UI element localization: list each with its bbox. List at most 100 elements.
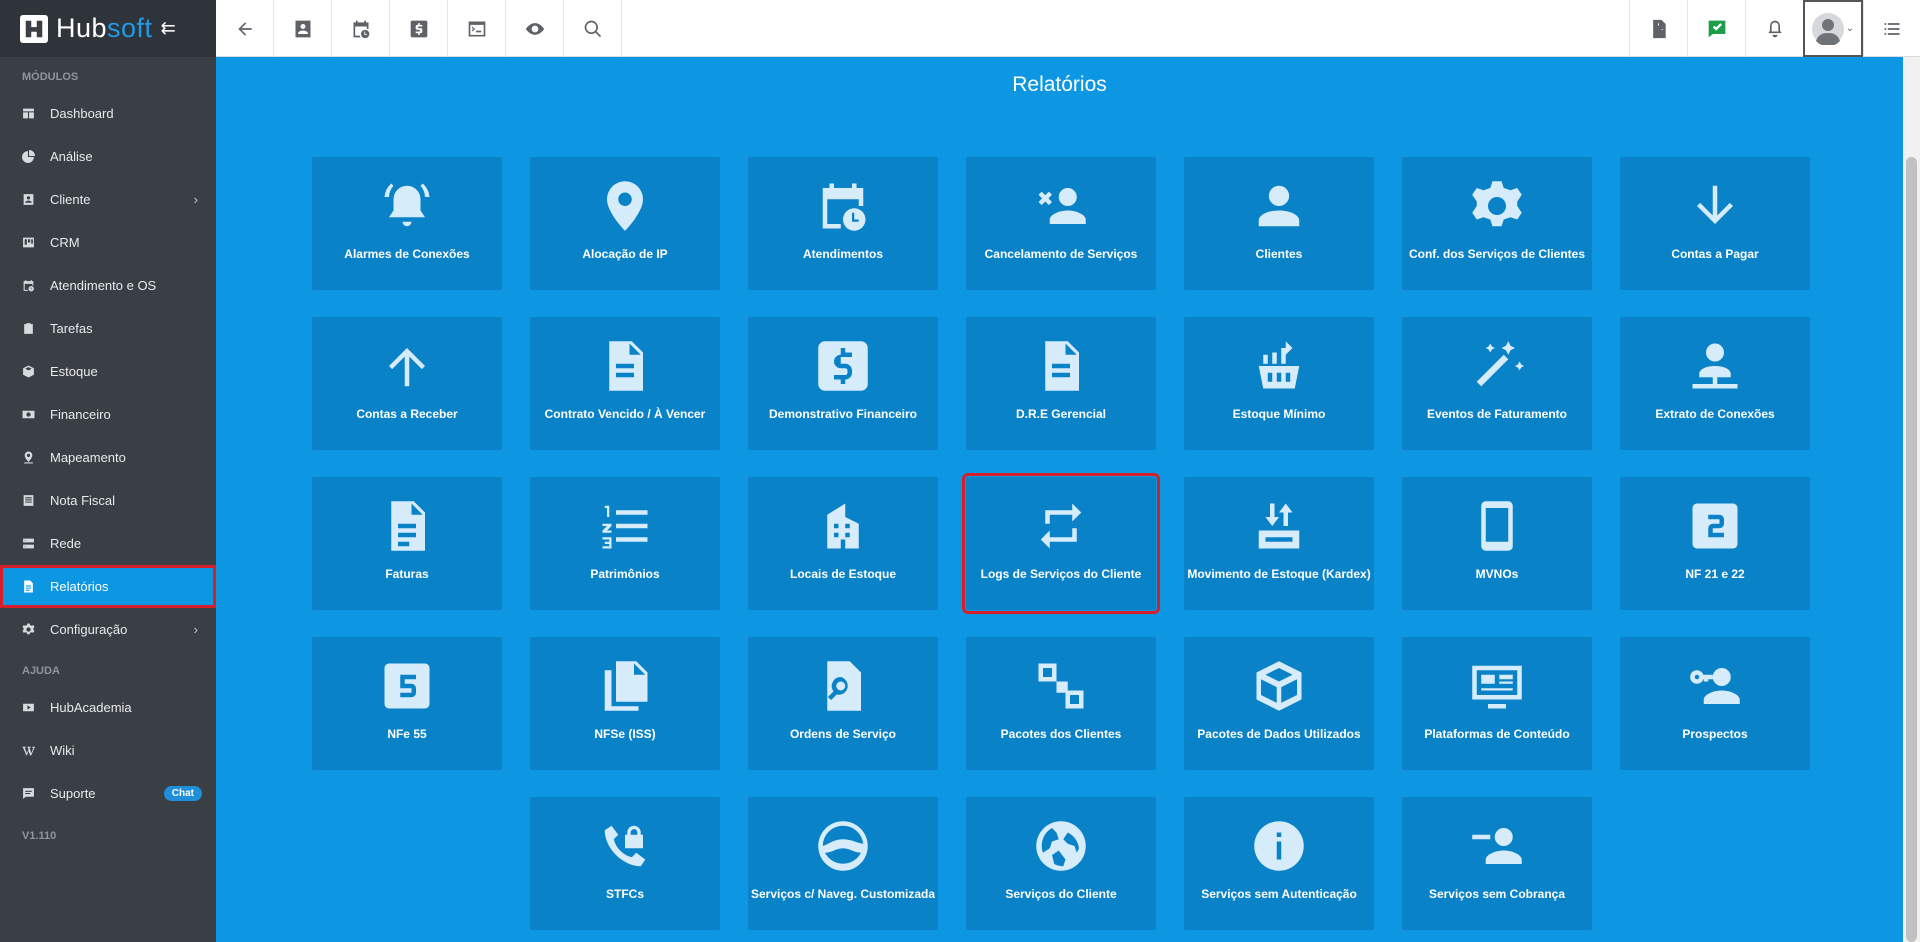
collapse-sidebar-icon[interactable]: ⇇ [161, 18, 176, 39]
tile-estoque-minimo[interactable]: Estoque Mínimo [1184, 317, 1374, 450]
tile-plataformas-conteudo[interactable]: Plataformas de Conteúdo [1402, 637, 1592, 770]
tile-servicos-cliente[interactable]: Serviços do Cliente [966, 797, 1156, 930]
tile-contrato-vencido[interactable]: Contrato Vencido / À Vencer [530, 317, 720, 450]
tile-conf-servicos-clientes[interactable]: Conf. dos Serviços de Clientes [1402, 157, 1592, 290]
box-icon [23, 365, 34, 378]
brand-name: Hubsoft [56, 13, 153, 43]
avatar-icon [1811, 12, 1844, 45]
tile-faturas[interactable]: Faturas [312, 477, 502, 610]
chat-icon [23, 788, 34, 799]
tile-contas-pagar[interactable]: Contas a Pagar [1620, 157, 1810, 290]
schedule-shortcut-button[interactable] [332, 0, 390, 57]
tile-alocacao-ip[interactable]: Alocação de IP [530, 157, 720, 290]
sidebar-item-nota-fiscal[interactable]: Nota Fiscal [0, 479, 216, 522]
monitor-icon [1472, 665, 1522, 709]
tile-ordens-servico[interactable]: Ordens de Serviço [748, 637, 938, 770]
receipt-icon [23, 495, 34, 506]
gear-icon [1472, 181, 1522, 227]
sidebar-item-hubacademia[interactable]: HubAcademia [0, 686, 216, 729]
search-icon [584, 20, 601, 37]
tile-prospectos[interactable]: Prospectos [1620, 637, 1810, 770]
sidebar-item-estoque[interactable]: Estoque [0, 350, 216, 393]
clients-shortcut-button[interactable] [274, 0, 332, 57]
finance-shortcut-button[interactable] [390, 0, 448, 57]
sidebar-item-wiki[interactable]: Wiki [0, 729, 216, 772]
number-2-icon [1692, 503, 1738, 549]
hubsoft-logo[interactable] [20, 14, 48, 43]
document-icon [1045, 341, 1079, 391]
tile-movimento-estoque[interactable]: Movimento de Estoque (Kardex) [1184, 477, 1374, 610]
sidebar-item-analise[interactable]: Análise [0, 135, 216, 178]
back-button[interactable] [216, 0, 274, 57]
map-pin-icon [607, 181, 643, 231]
tile-extrato-conexoes[interactable]: Extrato de Conexões [1620, 317, 1810, 450]
vertical-scrollbar[interactable] [1903, 57, 1920, 942]
tile-locais-estoque[interactable]: Locais de Estoque [748, 477, 938, 610]
tile-servicos-naveg-customizada[interactable]: Serviços c/ Naveg. Customizada [748, 797, 938, 930]
phone-icon [1481, 501, 1513, 551]
tile-mvnos[interactable]: MVNOs [1402, 477, 1592, 610]
tile-nf-21-22[interactable]: NF 21 e 22 [1620, 477, 1810, 610]
sidebar-item-mapeamento[interactable]: Mapeamento [0, 436, 216, 479]
arrow-up-icon [389, 348, 425, 387]
pie-chart-icon [22, 150, 35, 163]
tile-demonstrativo-financeiro[interactable]: Demonstrativo Financeiro [748, 317, 938, 450]
top-toolbar: ⌄ [216, 0, 1920, 57]
calendar-clock-icon [822, 183, 866, 231]
notifications-button[interactable] [1745, 0, 1803, 57]
chat-badge[interactable]: Chat [163, 786, 202, 801]
sidebar-item-crm[interactable]: CRM [0, 221, 216, 264]
tile-patrimonios[interactable]: Patrimônios [530, 477, 720, 610]
search-button[interactable] [564, 0, 622, 57]
tile-pacotes-clientes[interactable]: Pacotes dos Clientes [966, 637, 1156, 770]
arrow-down-icon [1697, 185, 1733, 224]
sidebar-item-cliente[interactable]: Cliente › [0, 178, 216, 221]
sidebar-item-dashboard[interactable]: Dashboard [0, 92, 216, 135]
tile-servicos-sem-autenticacao[interactable]: Serviços sem Autenticação [1184, 797, 1374, 930]
tile-atendimentos[interactable]: Atendimentos [748, 157, 938, 290]
sidebar-item-atendimento[interactable]: Atendimento e OS [0, 264, 216, 307]
sidebar-item-suporte[interactable]: Suporte Chat [0, 772, 216, 815]
tile-clientes[interactable]: Clientes [1184, 157, 1374, 290]
sidebar-item-financeiro[interactable]: Financeiro [0, 393, 216, 436]
tile-stfcs[interactable]: STFCs [530, 797, 720, 930]
tile-logs-servicos-cliente[interactable]: Logs de Serviços do Cliente [962, 473, 1160, 614]
tile-alarmes-conexoes[interactable]: Alarmes de Conexões [312, 157, 502, 290]
contact-card-icon [295, 20, 310, 37]
user-key-icon [1690, 668, 1740, 704]
sidebar: Hubsoft ⇇ MÓDULOS Dashboard Análise Clie… [0, 0, 216, 942]
map-pin-icon [24, 451, 33, 464]
basket-icon [1258, 341, 1300, 389]
crm-board-icon [23, 237, 34, 248]
brand-header: Hubsoft ⇇ [0, 0, 216, 57]
list-icon [1884, 22, 1900, 35]
sidebar-item-tarefas[interactable]: Tarefas [0, 307, 216, 350]
tile-servicos-sem-cobranca[interactable]: Serviços sem Cobrança [1402, 797, 1592, 930]
tile-eventos-faturamento[interactable]: Eventos de Faturamento [1402, 317, 1592, 450]
building-icon [827, 503, 859, 549]
tile-nfse-iss[interactable]: NFSe (ISS) [530, 637, 720, 770]
page-title: Relatórios [1012, 73, 1107, 96]
menu-list-button[interactable] [1863, 0, 1920, 57]
user-menu-button[interactable]: ⌄ [1803, 0, 1863, 57]
app-version: V1.110 [22, 830, 57, 842]
sidebar-item-rede[interactable]: Rede [0, 522, 216, 565]
tile-pacotes-dados[interactable]: Pacotes de Dados Utilizados [1184, 637, 1374, 770]
tile-cancelamento-servicos[interactable]: Cancelamento de Serviços [966, 157, 1156, 290]
terminal-shortcut-button[interactable] [448, 0, 506, 57]
bell-icon [1767, 20, 1782, 37]
scrollbar-thumb[interactable] [1906, 157, 1917, 942]
document-icon [609, 341, 643, 391]
money-icon [22, 410, 35, 419]
messages-button[interactable] [1687, 0, 1745, 57]
magic-wand-icon [1476, 341, 1524, 387]
sidebar-item-relatorios[interactable]: Relatórios [0, 565, 216, 608]
tile-contas-receber[interactable]: Contas a Receber [312, 317, 502, 450]
pdf-export-button[interactable] [1629, 0, 1687, 57]
tile-dre-gerencial[interactable]: D.R.E Gerencial [966, 317, 1156, 450]
tile-nfe-55[interactable]: NFe 55 [312, 637, 502, 770]
view-shortcut-button[interactable] [506, 0, 564, 57]
section-label-modules: MÓDULOS [22, 71, 79, 83]
sidebar-item-configuracao[interactable]: Configuração › [0, 608, 216, 651]
youtube-icon [23, 703, 34, 712]
